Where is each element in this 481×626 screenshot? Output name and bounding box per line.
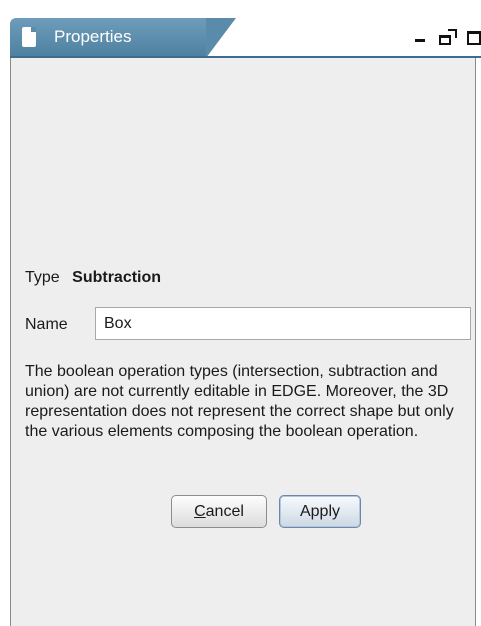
apply-button[interactable]: Apply bbox=[279, 495, 361, 528]
window-controls bbox=[413, 28, 481, 48]
float-window-icon[interactable] bbox=[439, 29, 457, 47]
tab-strip: Properties bbox=[10, 18, 481, 58]
cancel-label: ancel bbox=[205, 503, 244, 520]
tab-edge bbox=[206, 18, 236, 58]
properties-panel: Type Subtraction Name The boolean operat… bbox=[10, 58, 476, 626]
document-icon bbox=[22, 27, 36, 47]
name-row: Name bbox=[25, 307, 471, 341]
minimize-icon[interactable] bbox=[413, 29, 427, 47]
cancel-button[interactable]: Cancel bbox=[171, 495, 267, 528]
tab-title: Properties bbox=[54, 27, 132, 46]
tab-properties[interactable]: Properties bbox=[10, 18, 206, 58]
properties-window: Properties Type Subtraction Name The boo… bbox=[0, 0, 481, 626]
type-row: Type Subtraction bbox=[25, 268, 161, 288]
type-value: Subtraction bbox=[72, 269, 162, 286]
name-label: Name bbox=[25, 316, 68, 333]
float-window-arrow bbox=[448, 29, 457, 38]
type-label: Type bbox=[25, 269, 60, 286]
button-row: Cancel Apply bbox=[25, 495, 465, 531]
name-input[interactable] bbox=[95, 307, 471, 340]
maximize-icon[interactable] bbox=[467, 31, 481, 45]
cancel-mnemonic: C bbox=[194, 503, 206, 520]
description-text: The boolean operation types (intersectio… bbox=[25, 363, 454, 440]
